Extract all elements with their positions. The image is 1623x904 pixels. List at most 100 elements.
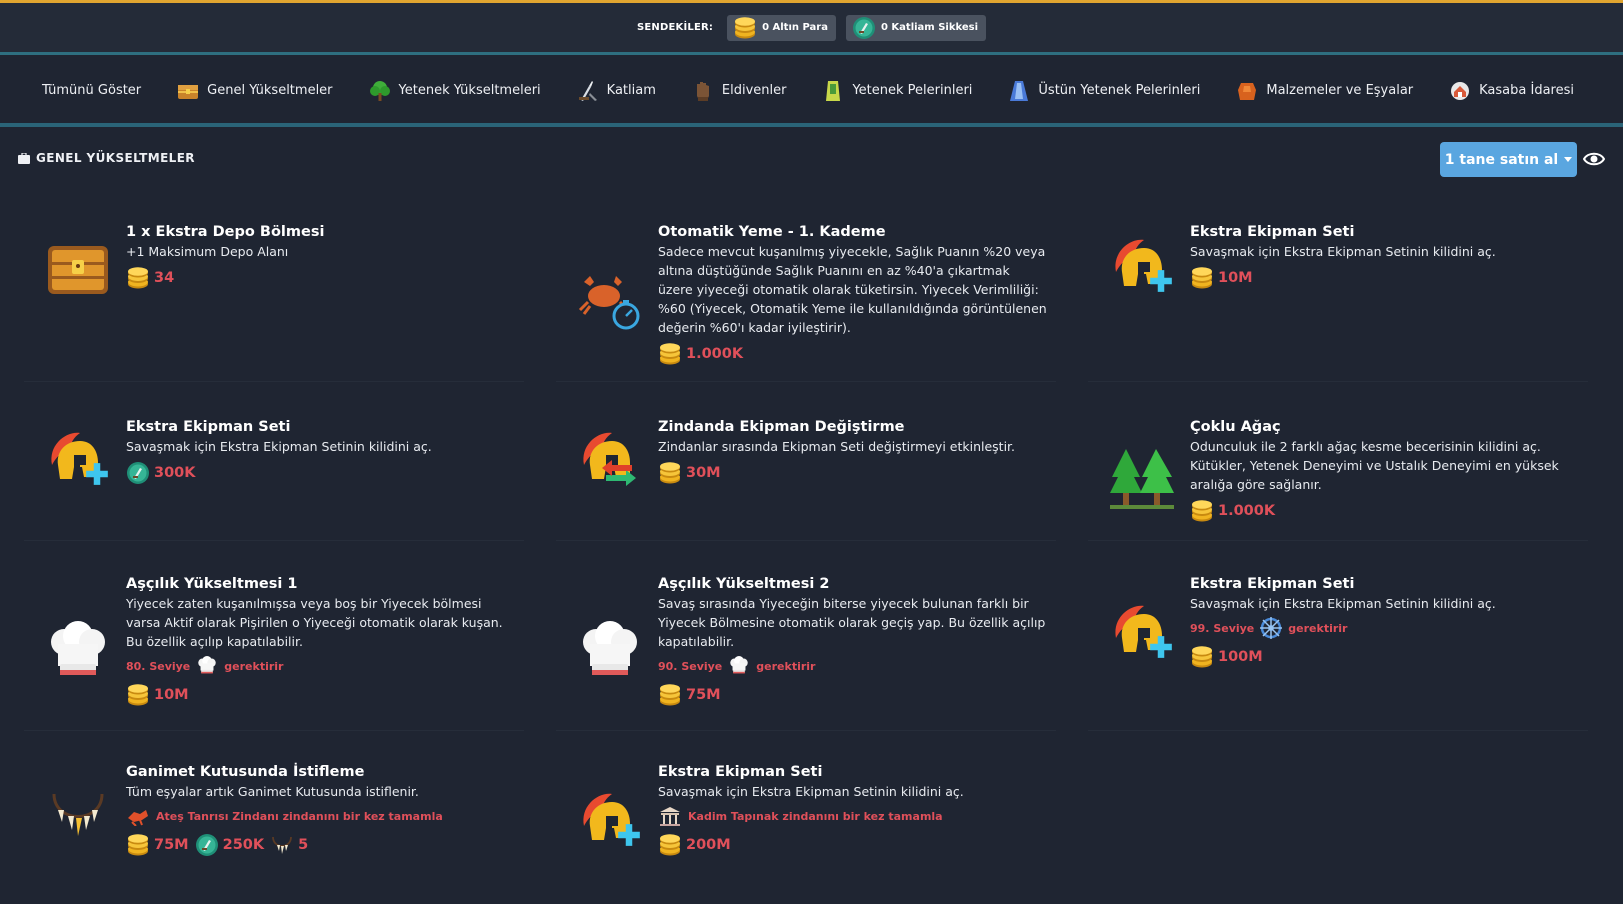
- card-body: Ekstra Ekipman Seti Savaşmak için Ekstra…: [658, 762, 1048, 858]
- trees-icon: [1110, 449, 1174, 509]
- card-description: Savaşmak için Ekstra Ekipman Setinin kil…: [1190, 244, 1496, 259]
- gold-coin-icon: [126, 683, 150, 707]
- chef-hat-icon: [44, 618, 112, 686]
- upgrade-card[interactable]: Aşçılık Yükseltmesi 1 Yiyecek zaten kuşa…: [24, 574, 524, 731]
- nav-show-all[interactable]: Tümünü Göster: [24, 71, 159, 111]
- gold-coin-icon: [658, 833, 682, 857]
- cost-row[interactable]: 30M: [658, 460, 1048, 486]
- requirement: 80. Seviye gerektirir: [126, 654, 516, 678]
- buy-quantity-button[interactable]: 1 tane satın al: [1440, 142, 1577, 177]
- card-description: Odunculuk ile 2 farklı ağaç kesme beceri…: [1190, 439, 1559, 492]
- upgrade-card[interactable]: Otomatik Yeme - 1. Kademe Sadece mevcut …: [556, 222, 1056, 382]
- helmet-plus-icon: [576, 786, 640, 846]
- card-description: Zindanlar sırasında Ekipman Seti değişti…: [658, 439, 1016, 454]
- cost-row[interactable]: 1.000K: [1190, 498, 1580, 524]
- gold-coin-icon: [658, 461, 682, 485]
- upgrade-card[interactable]: Ekstra Ekipman Seti Savaşmak için Ekstra…: [24, 417, 524, 541]
- currency-label: SENDEKİLER:: [636, 22, 714, 33]
- chef-hat-icon: [576, 618, 644, 686]
- nav-superior-capes[interactable]: Üstün Yetenek Pelerinleri: [990, 71, 1218, 111]
- cost-row[interactable]: 300K: [126, 460, 516, 486]
- gold-coin-icon: [658, 683, 682, 707]
- nav-label: Katliam: [606, 83, 656, 98]
- requirement: Ateş Tanrısı Zindanı zindanını bir kez t…: [126, 804, 516, 828]
- cost-row[interactable]: 34: [126, 265, 516, 291]
- cost-value: 10M: [1218, 270, 1253, 286]
- card-description: Yiyecek zaten kuşanılmışsa veya boş bir …: [126, 596, 503, 649]
- cost-value: 10M: [154, 687, 189, 703]
- slayer-wallet[interactable]: 0 Katliam Sikkesi: [845, 14, 987, 41]
- card-body: Çoklu Ağaç Odunculuk ile 2 farklı ağaç k…: [1190, 417, 1580, 524]
- card-description: Savaşmak için Ekstra Ekipman Setinin kil…: [1190, 596, 1496, 611]
- upgrade-card[interactable]: Aşçılık Yükseltmesi 2 Savaş sırasında Yi…: [556, 574, 1056, 731]
- cost-row[interactable]: 10M: [1190, 265, 1580, 291]
- cost-value: 30M: [686, 465, 721, 481]
- cost-row[interactable]: 100M: [1190, 644, 1580, 670]
- cost-row[interactable]: 200M: [658, 832, 1048, 858]
- requirement-level: 90. Seviye: [658, 659, 723, 673]
- gold-wallet[interactable]: 0 Altın Para: [727, 14, 836, 41]
- helmet-plus-icon: [1108, 598, 1172, 658]
- requirement-level: 99. Seviye: [1190, 621, 1255, 635]
- nav-label: Üstün Yetenek Pelerinleri: [1038, 83, 1201, 98]
- nav-label: Yetenek Yükseltmeleri: [398, 83, 541, 98]
- upgrade-card[interactable]: Ekstra Ekipman Seti Savaşmak için Ekstra…: [1088, 222, 1588, 382]
- card-body: Aşçılık Yükseltmesi 2 Savaş sırasında Yi…: [658, 574, 1048, 708]
- eye-icon[interactable]: [1583, 149, 1605, 169]
- cost-value: 34: [154, 270, 175, 286]
- card-body: Ekstra Ekipman Seti Savaşmak için Ekstra…: [126, 417, 516, 486]
- upgrade-card[interactable]: Zindanda Ekipman Değiştirme Zindanlar sı…: [556, 417, 1056, 541]
- nav-gloves[interactable]: Eldivenler: [674, 71, 805, 111]
- upgrade-card[interactable]: Ganimet Kutusunda İstifleme Tüm eşyalar …: [24, 762, 524, 892]
- card-title: Aşçılık Yükseltmesi 1: [126, 576, 298, 592]
- nav-label: Eldivenler: [721, 83, 787, 98]
- cost-value: 1.000K: [686, 346, 744, 362]
- temple-icon: [660, 807, 680, 826]
- sword-icon: [577, 80, 599, 102]
- chef-hat-icon: [728, 655, 750, 677]
- card-description: Savaş sırasında Yiyeceğin biterse yiyece…: [658, 596, 1046, 649]
- nav-label: Genel Yükseltmeler: [207, 83, 333, 98]
- card-description: Sadece mevcut kuşanılmış yiyecekle, Sağl…: [658, 244, 1047, 335]
- card-title: Ekstra Ekipman Seti: [126, 419, 291, 435]
- helmet-swap-icon: [576, 425, 636, 486]
- gold-coin-icon: [658, 342, 682, 366]
- card-title: 1 x Ekstra Depo Bölmesi: [126, 224, 325, 240]
- upgrade-card[interactable]: Çoklu Ağaç Odunculuk ile 2 farklı ağaç k…: [1088, 417, 1588, 541]
- slayer-coin-icon: [126, 461, 150, 485]
- nav-label: Kasaba İdaresi: [1479, 83, 1574, 98]
- section-title-text: GENEL YÜKSELTMELER: [36, 151, 195, 165]
- card-title: Ganimet Kutusunda İstifleme: [126, 764, 365, 780]
- upgrade-card[interactable]: Ekstra Ekipman Seti Savaşmak için Ekstra…: [1088, 574, 1588, 731]
- category-nav: Tümünü Göster Genel Yükseltmeler Yetenek…: [0, 58, 1623, 127]
- nav-general-upgrades[interactable]: Genel Yükseltmeler: [159, 71, 350, 111]
- cost-value: 1.000K: [1218, 503, 1276, 519]
- nav-township[interactable]: Kasaba İdaresi: [1431, 71, 1592, 111]
- cost-row[interactable]: 10M: [126, 682, 516, 708]
- slayer-coin-icon: [195, 833, 219, 857]
- nav-skill-capes[interactable]: Yetenek Pelerinleri: [804, 71, 990, 111]
- card-title: Ekstra Ekipman Seti: [1190, 576, 1355, 592]
- slayer-coin-icon: [852, 16, 876, 40]
- upgrade-card[interactable]: 1 x Ekstra Depo Bölmesi +1 Maksimum Depo…: [24, 222, 524, 382]
- buy-quantity-label: 1 tane satın al: [1444, 151, 1559, 168]
- caret-down-icon: [1564, 157, 1573, 162]
- nav-materials[interactable]: Malzemeler ve Eşyalar: [1218, 71, 1431, 111]
- card-title: Ekstra Ekipman Seti: [658, 764, 823, 780]
- section-title: GENEL YÜKSELTMELER: [18, 151, 195, 165]
- nav-slayer[interactable]: Katliam: [559, 71, 674, 111]
- card-title: Otomatik Yeme - 1. Kademe: [658, 224, 886, 240]
- card-title: Zindanda Ekipman Değiştirme: [658, 419, 905, 435]
- material-icon: [1236, 80, 1258, 102]
- glove-icon: [692, 80, 714, 102]
- requirement-text: gerektirir: [1288, 621, 1348, 635]
- cost-row[interactable]: 1.000K: [658, 341, 1048, 367]
- gold-amount: 0 Altın Para: [762, 22, 828, 33]
- gold-coin-icon: [126, 266, 150, 290]
- cost-value: 100M: [1218, 649, 1263, 665]
- slayer-amount: 0 Katliam Sikkesi: [880, 22, 979, 33]
- nav-skill-upgrades[interactable]: Yetenek Yükseltmeleri: [351, 71, 559, 111]
- cost-row[interactable]: 75M 250K 5: [126, 832, 516, 858]
- cost-row[interactable]: 75M: [658, 682, 1048, 708]
- upgrade-card[interactable]: Ekstra Ekipman Seti Savaşmak için Ekstra…: [556, 762, 1056, 892]
